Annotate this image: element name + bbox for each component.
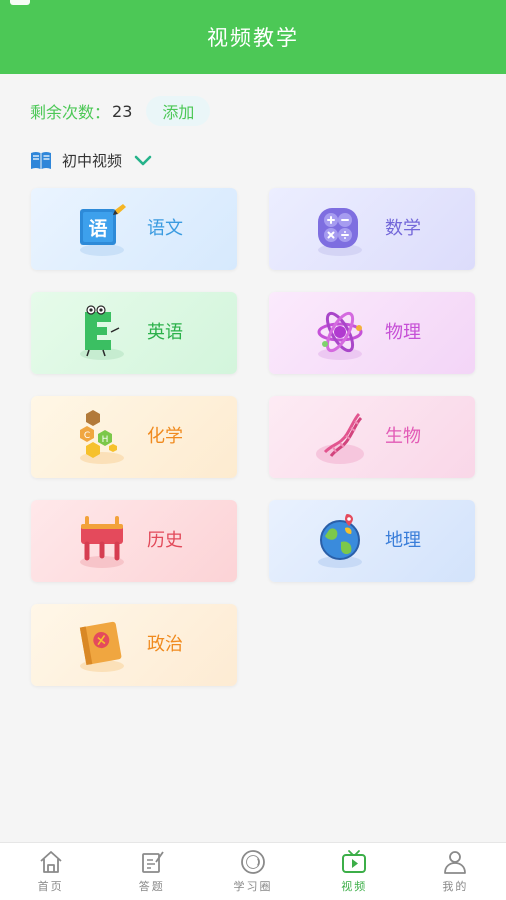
subject-label: 政治: [147, 634, 183, 655]
subject-label: 地理: [385, 530, 421, 551]
chevron-down-icon: [134, 155, 152, 166]
edit-answer-icon: [141, 851, 164, 873]
globe-icon: [318, 514, 362, 568]
math-symbols-icon: [318, 208, 362, 256]
subject-label: 历史: [147, 530, 183, 551]
subject-card-geography[interactable]: 地理: [269, 500, 475, 582]
subject-card-math[interactable]: 数学: [269, 188, 475, 270]
tab-label: 视频: [341, 880, 368, 893]
tab-label: 首页: [37, 880, 64, 893]
subject-label: 生物: [385, 426, 421, 447]
letter-e-mascot-icon: [80, 305, 124, 360]
tab-label: 我的: [442, 880, 469, 893]
svg-text:语: 语: [88, 218, 107, 240]
subject-card-chemistry[interactable]: C H 化学: [31, 396, 237, 478]
category-selector[interactable]: 初中视频: [30, 146, 152, 174]
page-title: 视频教学: [207, 26, 299, 50]
remaining-label: 剩余次数：: [30, 103, 111, 122]
bottom-tab-bar: 首页 答题 学习圈 视频 我的: [0, 842, 506, 900]
subject-card-history[interactable]: 历史: [31, 500, 237, 582]
subject-label: 语文: [147, 218, 183, 239]
subject-card-biology[interactable]: 生物: [269, 396, 475, 478]
subject-card-physics[interactable]: 物理: [269, 292, 475, 374]
subject-card-politics[interactable]: 政治: [31, 604, 237, 686]
subject-card-chinese[interactable]: 语 语文: [31, 188, 237, 270]
subject-card-english[interactable]: 英语: [31, 292, 237, 374]
ancient-ding-icon: [80, 516, 124, 568]
party-book-icon: [79, 621, 124, 672]
top-bar: 视频教学: [0, 0, 506, 74]
subject-label: 化学: [147, 426, 183, 447]
tab-mine[interactable]: 我的: [405, 843, 506, 900]
tab-study-circle[interactable]: 学习圈: [202, 843, 303, 900]
remaining-count: 23: [112, 101, 133, 121]
add-button[interactable]: 添加: [146, 96, 211, 126]
dna-icon: [316, 412, 364, 464]
user-icon: [444, 851, 467, 874]
video-play-icon: [342, 850, 367, 873]
status-indicator: [10, 0, 30, 5]
home-icon: [39, 851, 62, 873]
svg-text:H: H: [102, 435, 109, 445]
category-label: 初中视频: [62, 151, 123, 170]
svg-text:C: C: [84, 431, 90, 441]
circle-icon: [241, 850, 265, 874]
open-book-icon: [31, 152, 51, 169]
atom-icon: [317, 311, 363, 360]
subject-label: 英语: [147, 322, 183, 343]
tab-video[interactable]: 视频: [304, 843, 405, 900]
tab-label: 答题: [138, 880, 165, 893]
tab-home[interactable]: 首页: [0, 843, 101, 900]
subject-label: 物理: [385, 322, 421, 343]
tab-label: 学习圈: [233, 880, 273, 893]
chinese-book-icon: 语: [80, 204, 126, 256]
tab-answer[interactable]: 答题: [101, 843, 202, 900]
molecule-icon: C H: [80, 410, 124, 464]
remaining-count-row: 剩余次数： 23 添加: [30, 96, 211, 126]
subject-label: 数学: [385, 218, 421, 239]
